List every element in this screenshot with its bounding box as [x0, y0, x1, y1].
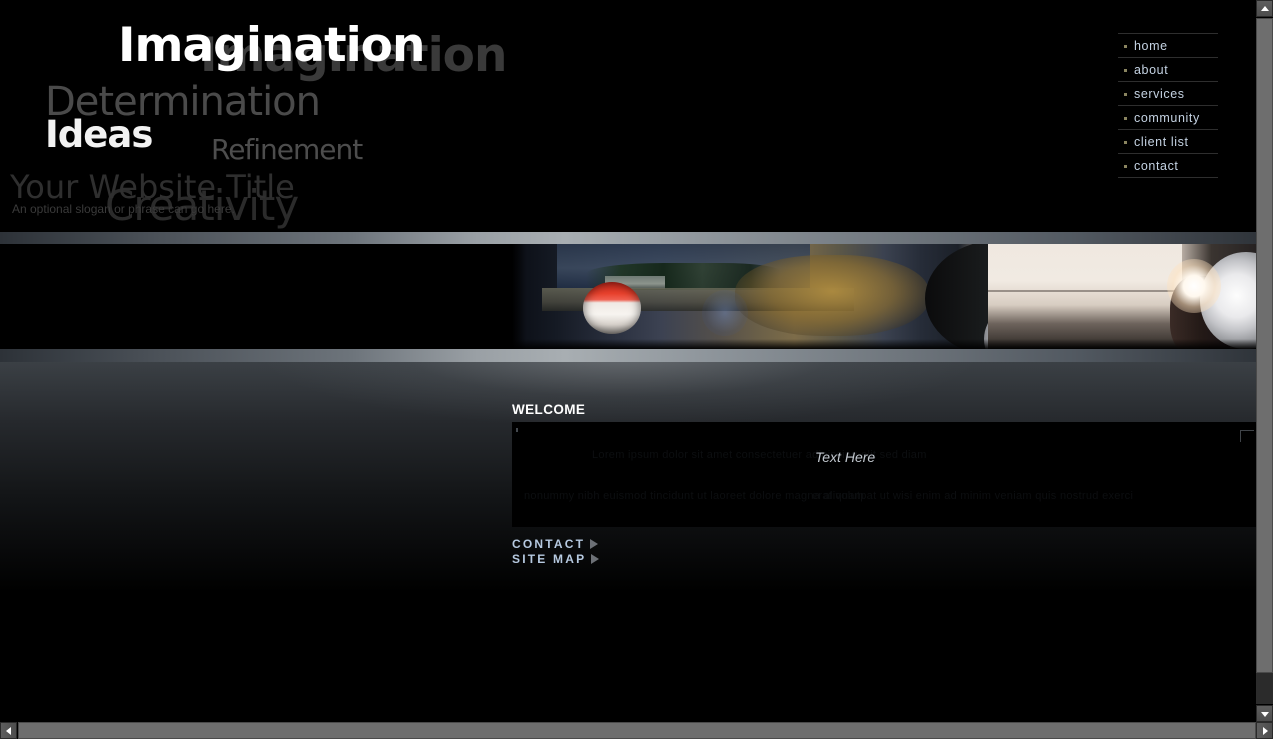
nav-item-label: about — [1134, 63, 1169, 77]
banner-bottom-vignette — [512, 339, 1256, 349]
bullet-icon — [1124, 69, 1127, 72]
chevron-down-icon — [1260, 711, 1269, 717]
nav-item-home[interactable]: home — [1118, 34, 1218, 58]
welcome-heading: WELCOME — [512, 402, 586, 417]
horizontal-scrollbar-thumb[interactable] — [18, 722, 1256, 739]
chevron-left-icon — [5, 726, 11, 735]
site-title: Your Website Title — [10, 168, 295, 206]
banner-car-image — [512, 244, 1256, 349]
banner-taillight — [582, 281, 641, 334]
nav-item-client-list[interactable]: client list — [1118, 130, 1218, 154]
banner-sun-flare — [1166, 258, 1221, 313]
nav-trailing-space — [1118, 178, 1218, 223]
placeholder-text-line: Lorem ipsum dolor sit amet consectetuer … — [592, 449, 927, 461]
nav-item-label: home — [1134, 39, 1168, 53]
welcome-body: Lorem ipsum dolor sit amet consectetuer … — [512, 422, 1256, 527]
bullet-icon — [1124, 165, 1127, 168]
banner-body-crease — [988, 290, 1182, 293]
vertical-scrollbar[interactable] — [1256, 0, 1273, 722]
welcome-panel: WELCOME Lorem ipsum dolor sit amet conse… — [512, 399, 1256, 722]
vertical-scrollbar-thumb[interactable] — [1256, 18, 1273, 673]
chevron-right-icon — [1262, 726, 1268, 735]
arrow-right-icon — [591, 554, 600, 564]
body-corner-marker — [1240, 430, 1254, 442]
banner-left-vignette — [512, 244, 526, 349]
arrow-right-icon — [590, 539, 599, 549]
scroll-up-button[interactable] — [1256, 0, 1273, 17]
scroll-right-button[interactable] — [1256, 722, 1273, 739]
banner-car-body — [988, 244, 1182, 349]
nav-item-contact[interactable]: contact — [1118, 154, 1218, 178]
nav-item-label: community — [1134, 111, 1200, 125]
nav-item-label: client list — [1134, 135, 1189, 149]
link-contact[interactable]: CONTACT — [512, 537, 599, 552]
bullet-icon — [1124, 117, 1127, 120]
page-root: Imagination Imagination Determination Id… — [0, 0, 1256, 722]
main-content: ABOUTUs Our CLIENTS — [0, 362, 1256, 722]
site-header: Imagination Imagination Determination Id… — [0, 0, 1256, 232]
bullet-icon — [1124, 45, 1127, 48]
banner-blue-lens-flare — [701, 290, 748, 337]
nav-item-label: contact — [1134, 159, 1179, 173]
nav-item-about[interactable]: about — [1118, 58, 1218, 82]
feature-thumbnails: ABOUTUs Our CLIENTS — [0, 362, 500, 722]
bullet-icon — [1124, 93, 1127, 96]
welcome-placeholder-text: Text Here — [815, 449, 876, 465]
link-site-map-label: SITE MAP — [512, 552, 587, 566]
scroll-left-button[interactable] — [0, 722, 17, 739]
content-footer-links: CONTACT SITE MAP — [512, 537, 600, 567]
bullet-icon — [1124, 141, 1127, 144]
hero-banner — [0, 244, 1256, 349]
horizontal-scrollbar[interactable] — [0, 722, 1256, 739]
chevron-up-icon — [1260, 5, 1269, 11]
divider-band-top — [0, 232, 1256, 244]
body-dot-marker — [516, 428, 518, 432]
scrollbar-corner — [1256, 722, 1273, 739]
nav-item-services[interactable]: services — [1118, 82, 1218, 106]
divider-band-bottom — [0, 349, 1256, 362]
nav-item-community[interactable]: community — [1118, 106, 1218, 130]
site-slogan: An optional slogan or phrase can go here… — [12, 202, 235, 216]
keyword-refinement: Refinement — [211, 133, 363, 166]
vertical-scrollbar-track[interactable] — [1256, 673, 1273, 704]
keyword-imagination: Imagination — [118, 18, 425, 73]
link-site-map[interactable]: SITE MAP — [512, 552, 600, 567]
link-contact-label: CONTACT — [512, 537, 586, 551]
banner-gold-reflection — [735, 254, 929, 337]
placeholder-text-line: erat volutpat ut wisi enim ad minim veni… — [812, 490, 1134, 502]
nav-item-label: services — [1134, 87, 1185, 101]
scroll-down-button[interactable] — [1256, 705, 1273, 722]
keyword-ideas: Ideas — [45, 113, 153, 156]
browser-viewport: Imagination Imagination Determination Id… — [0, 0, 1256, 722]
main-navigation: home about services community client lis… — [1118, 33, 1218, 223]
